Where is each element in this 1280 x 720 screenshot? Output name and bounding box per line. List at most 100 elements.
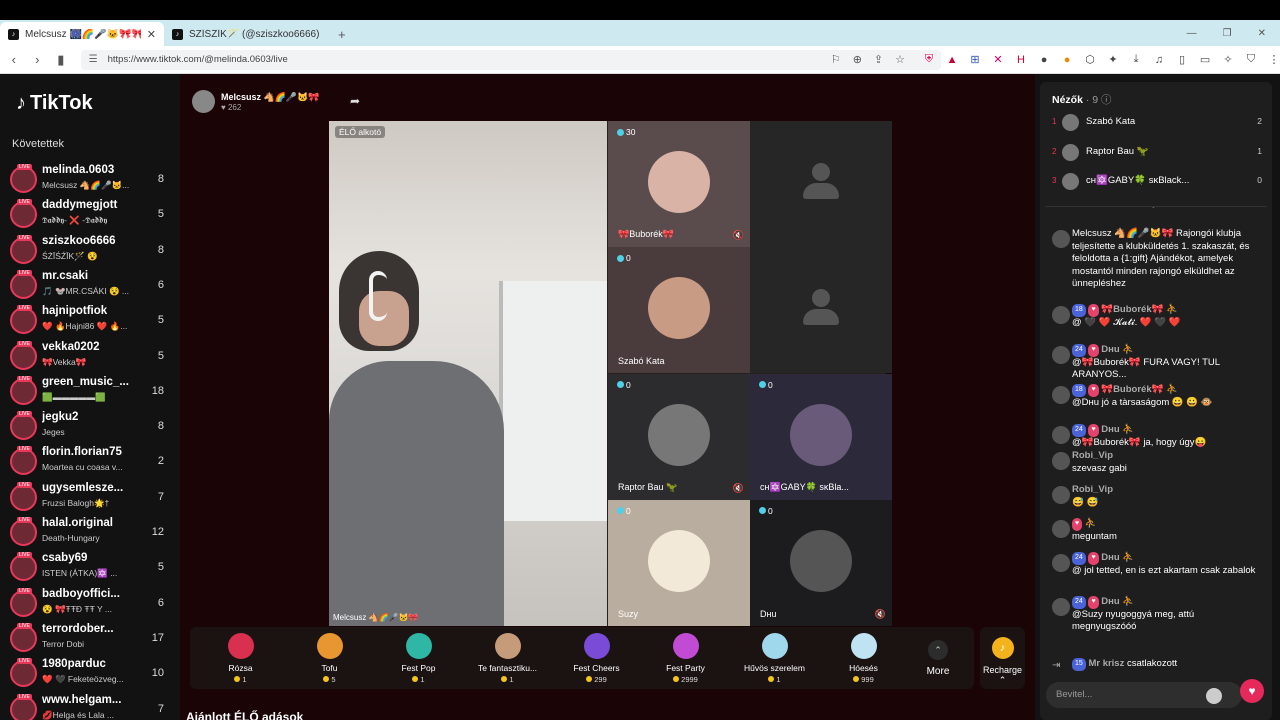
following-item[interactable]: LIVE csaby69 ISTEN (ÁTKA)🔯 ... 5 xyxy=(0,550,180,585)
gift-item[interactable]: Rózsa 1 xyxy=(196,632,285,684)
following-item[interactable]: LIVE green_music_... 🟩▬▬▬▬▬🟩 18 xyxy=(0,374,180,409)
vpn-icon[interactable]: ● xyxy=(1038,54,1050,66)
chat-username[interactable]: Dнu ⛹ xyxy=(1101,344,1134,355)
gift-item[interactable]: Hóesés 999 xyxy=(819,632,908,684)
gift-item[interactable]: Te fantasztiku... 1 xyxy=(463,632,552,684)
join-user[interactable]: Mr krisz xyxy=(1088,658,1124,669)
host-video[interactable]: ÉLŐ alkotó Melcsusz 🐴🌈🎤🐱🎀 xyxy=(329,121,607,626)
avatar[interactable] xyxy=(1052,306,1070,324)
puzzle-icon[interactable]: ✦ xyxy=(1107,53,1119,66)
translate-ext-icon[interactable]: ⊞ xyxy=(969,53,981,66)
gift-item[interactable]: Tofu 5 xyxy=(285,632,374,684)
menu-icon[interactable]: ⋮ xyxy=(1268,53,1280,66)
gift-item[interactable]: Fest Party 2999 xyxy=(641,632,730,684)
following-item[interactable]: LIVE sziszkoo6666 ŚŻĪŚŹĪK🪄 😵 8 xyxy=(0,233,180,268)
guest-cell[interactable] xyxy=(750,121,892,247)
cube-icon[interactable]: ⬡ xyxy=(1084,53,1096,66)
guest-cell[interactable] xyxy=(750,247,892,374)
wallet-icon[interactable]: ▭ xyxy=(1199,53,1211,66)
minimize-icon[interactable]: — xyxy=(1187,28,1197,39)
chat-username[interactable]: ⛹ xyxy=(1085,518,1097,529)
copilot-icon[interactable]: ✧ xyxy=(1222,53,1234,66)
following-item[interactable]: LIVE halal.original Death-Hungary 12 xyxy=(0,515,180,550)
gift-item[interactable]: Hűvös szerelem 1 xyxy=(730,632,819,684)
new-tab-button[interactable]: + xyxy=(328,22,356,46)
following-item[interactable]: LIVE melinda.0603 Melcsusz 🐴🌈🎤🐱... 8 xyxy=(0,162,180,197)
close-window-icon[interactable]: ✕ xyxy=(1258,28,1266,39)
gift-icon xyxy=(405,632,432,659)
avatar[interactable] xyxy=(1052,426,1070,444)
close-tab-icon[interactable]: ✕ xyxy=(147,28,156,41)
bookmark-icon[interactable]: ▮ xyxy=(51,52,71,68)
avatar[interactable] xyxy=(1052,452,1070,470)
avatar[interactable] xyxy=(1052,386,1070,404)
translate-icon[interactable]: ⚐ xyxy=(831,53,841,66)
guest-cell[interactable]: 0 Szabó Kata xyxy=(608,247,750,374)
guest-cell[interactable]: 0 ᴄʜ🔯GABY🍀 sᴋBla... xyxy=(750,373,892,500)
address-bar[interactable]: ☰ https://www.tiktok.com/@melinda.0603/l… xyxy=(80,49,941,70)
avatar[interactable] xyxy=(1052,346,1070,364)
guest-cell[interactable]: 30 🎀Buborék🎀 🔇 xyxy=(608,121,750,247)
back-icon[interactable]: ‹ xyxy=(4,52,24,67)
gift-item[interactable]: Fest Cheers 299 xyxy=(552,632,641,684)
share-icon[interactable]: ➦ xyxy=(350,94,360,108)
music-icon[interactable]: ♫ xyxy=(1153,54,1165,66)
star-icon[interactable]: ☆ xyxy=(895,53,905,66)
chat-username[interactable]: Robi_Vip xyxy=(1072,450,1113,461)
following-item[interactable]: LIVE www.helgam... 💋Helga és Lala ... 7 xyxy=(0,692,180,720)
host-avatar[interactable] xyxy=(192,90,215,113)
chat-username[interactable]: Dнu ⛹ xyxy=(1101,552,1134,563)
recharge-button[interactable]: ♪ Recharge ⌃ xyxy=(980,627,1025,689)
following-item[interactable]: LIVE ugysemlesze... Fruzsi Balogh🌟† 7 xyxy=(0,480,180,515)
shield-icon[interactable]: ⛨ xyxy=(923,53,935,66)
zoom-icon[interactable]: ⊕ xyxy=(853,53,862,66)
his-icon[interactable]: H xyxy=(1015,54,1027,66)
viewer-row[interactable]: 1 Szabó Kata 2 xyxy=(1040,112,1272,134)
viewer-row[interactable]: 2 Raptor Bau 🦖 1 xyxy=(1040,142,1272,164)
warning-icon[interactable]: ▲ xyxy=(946,54,958,66)
guest-cell[interactable]: 0 Dнu 🔇 xyxy=(750,499,892,626)
chat-username[interactable]: Robi_Vip xyxy=(1072,484,1113,495)
avatar[interactable] xyxy=(1052,486,1070,504)
guest-cell[interactable]: 0 Raptor Bau 🦖 🔇 xyxy=(608,373,750,500)
following-item[interactable]: LIVE hajnipotfiok ❤️ 🔥Hajni86 ❤️ 🔥... 5 xyxy=(0,303,180,338)
chat-username[interactable]: Dнu ⛹ xyxy=(1101,424,1134,435)
forward-icon[interactable]: › xyxy=(28,52,48,67)
following-item[interactable]: LIVE florin.florian75 Moartea cu coasa v..… xyxy=(0,444,180,479)
following-item[interactable]: LIVE terrordober... Terror Dobi 17 xyxy=(0,621,180,656)
tiktok-logo[interactable]: ♪ TikTok xyxy=(16,92,93,115)
chat-username[interactable]: 🎀Buborék🎀 ⛹ xyxy=(1101,384,1178,395)
like-heart-icon[interactable]: ♥ xyxy=(1240,679,1264,703)
browser-tab[interactable]: ♪ Melcsusz 🎆🌈🎤🐱🎀🎀🧚 ✕ xyxy=(0,22,164,46)
host-name[interactable]: Melcsusz 🐴🌈🎤🐱🎀 xyxy=(221,92,320,103)
emoji-icon[interactable] xyxy=(1206,688,1222,704)
avatar[interactable] xyxy=(1052,554,1070,572)
restore-icon[interactable]: ❐ xyxy=(1223,28,1232,39)
avatar[interactable] xyxy=(1052,230,1070,248)
site-info-icon[interactable]: ☰ xyxy=(89,54,98,65)
security-icon[interactable]: ⛉ xyxy=(1245,53,1257,66)
following-item[interactable]: LIVE badboyoffici... 😵 🎀ŦŦÐ ŦŦ Y ... 6 xyxy=(0,586,180,621)
viewer-row[interactable]: 3 ᴄʜ🔯GABY🍀 sᴋBlack... 0 xyxy=(1040,171,1272,193)
gift-item[interactable]: Fest Pop 1 xyxy=(374,632,463,684)
fox-icon[interactable]: ● xyxy=(1061,54,1073,66)
chat-username[interactable]: 🎀Buborék🎀 ⛹ xyxy=(1101,304,1178,315)
following-item[interactable]: LIVE mr.csaki 🎵 🐭MR.CSÁKI 😵 ... 6 xyxy=(0,268,180,303)
close-ext-icon[interactable]: ✕ xyxy=(992,53,1004,66)
guest-cell[interactable]: 0 Suzy xyxy=(608,499,750,626)
following-item[interactable]: LIVE daddymegjott 𝕯𝖆𝖉𝖉𝖞- ❌ -𝕯𝖆𝖉𝖉𝖞 5 xyxy=(0,197,180,232)
share-icon[interactable]: ⇪ xyxy=(874,53,883,66)
following-item[interactable]: LIVE jegku2 Jeges 8 xyxy=(0,409,180,444)
following-item[interactable]: LIVE vekka0202 🎀Vekka🎀 5 xyxy=(0,339,180,374)
gift-name: Hűvös szerelem xyxy=(744,662,805,673)
avatar[interactable] xyxy=(1052,520,1070,538)
download-icon[interactable]: ⤓ xyxy=(1130,53,1142,66)
url-text[interactable]: https://www.tiktok.com/@melinda.0603/liv… xyxy=(108,54,933,65)
chat-username[interactable]: Dнu ⛹ xyxy=(1101,596,1134,607)
more-gifts-button[interactable]: ⌃ More xyxy=(908,639,968,677)
following-item[interactable]: LIVE 1980parduc ❤️ 🖤 Feketeözveg... 10 xyxy=(0,656,180,691)
browser-tab[interactable]: ♪ ŚŻĪŚŹĪK🪄 (@sziszkoo6666) ÉLŐ xyxy=(164,22,328,46)
sidebar-icon[interactable]: ▯ xyxy=(1176,53,1188,66)
avatar[interactable] xyxy=(1052,598,1070,616)
coin-icon xyxy=(234,675,241,682)
